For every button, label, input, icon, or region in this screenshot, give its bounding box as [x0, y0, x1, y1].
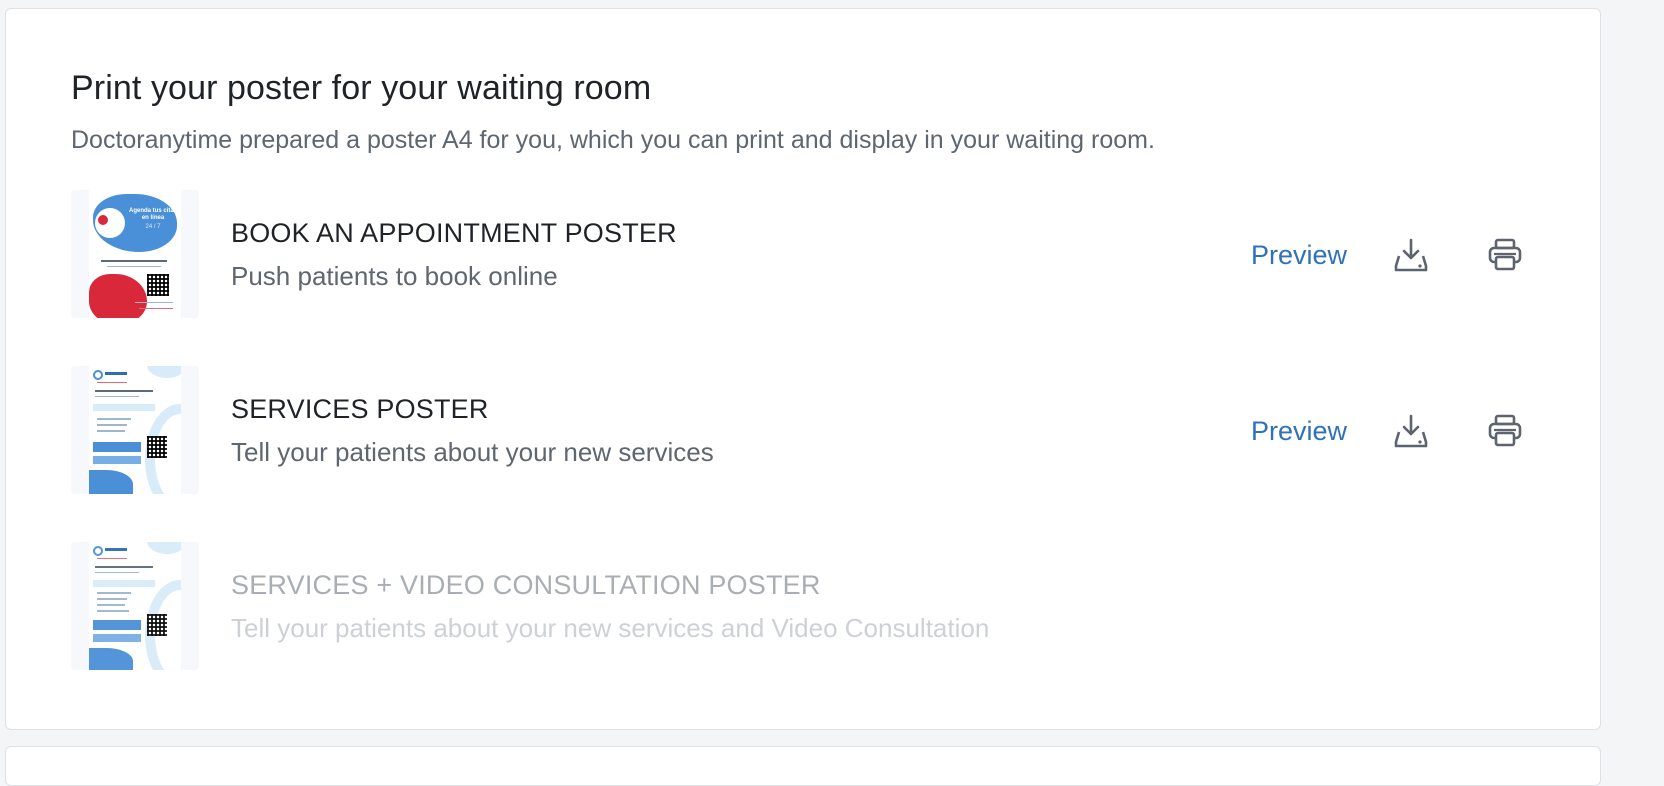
- print-button[interactable]: [1479, 230, 1531, 280]
- poster-line: [97, 382, 127, 383]
- poster-line: [97, 430, 125, 432]
- poster-line: [97, 592, 131, 594]
- poster-title: SERVICES + VIDEO CONSULTATION POSTER: [231, 570, 821, 600]
- download-button[interactable]: [1385, 406, 1437, 456]
- preview-link[interactable]: Preview: [1251, 240, 1347, 271]
- poster-line: [105, 372, 127, 375]
- poster-qr-code: [147, 436, 167, 458]
- poster-line: [97, 598, 127, 600]
- poster-band: [93, 634, 141, 642]
- poster-line: [101, 260, 167, 262]
- poster-thumbnail-services[interactable]: [71, 366, 199, 494]
- poster-actions: Preview: [1251, 406, 1531, 456]
- poster-info: SERVICES POSTER Tell your patients about…: [231, 394, 714, 468]
- poster-band: [93, 580, 155, 587]
- section-title: Print your poster for your waiting room: [71, 69, 652, 107]
- preview-link[interactable]: Preview: [1251, 416, 1347, 447]
- poster-description: Tell your patients about your new servic…: [231, 437, 714, 467]
- poster-line: [97, 610, 129, 612]
- next-section-card: [5, 746, 1601, 786]
- poster-line: [97, 418, 131, 420]
- poster-line: [139, 308, 173, 309]
- poster-info: BOOK AN APPOINTMENT POSTER Push patients…: [231, 218, 677, 292]
- poster-logo: [93, 370, 103, 380]
- poster-sheet: [89, 542, 181, 670]
- download-button[interactable]: [1385, 230, 1437, 280]
- poster-description: Push patients to book online: [231, 261, 558, 291]
- poster-subheadline: 24 / 7: [145, 224, 161, 230]
- poster-headline: Agenda tus citas en línea: [129, 208, 178, 221]
- poster-corner-shape: [89, 648, 133, 670]
- poster-line: [97, 424, 127, 426]
- poster-decor-circle: [147, 542, 181, 554]
- poster-row-services-video: SERVICES + VIDEO CONSULTATION POSTER Tel…: [71, 542, 1531, 670]
- poster-line: [107, 266, 161, 267]
- poster-line: [95, 566, 153, 568]
- poster-logo: [93, 546, 103, 556]
- poster-logo-dot: [98, 215, 108, 225]
- poster-row-book-appointment: Agenda tus citas en línea 24 / 7 BOOK AN…: [71, 190, 1531, 318]
- poster-band: [93, 456, 141, 464]
- poster-row-services: SERVICES POSTER Tell your patients about…: [71, 366, 1531, 494]
- poster-sheet: [89, 366, 181, 494]
- poster-actions: Preview: [1251, 230, 1531, 280]
- print-button[interactable]: [1479, 406, 1531, 456]
- printer-icon: [1488, 238, 1522, 271]
- poster-card: Print your poster for your waiting room …: [5, 8, 1601, 730]
- poster-corner-shape: [89, 470, 133, 494]
- poster-decor-circle: [147, 366, 181, 378]
- poster-line: [105, 548, 127, 551]
- poster-band: [93, 442, 141, 452]
- poster-line: [95, 390, 153, 392]
- poster-qr-code: [147, 614, 167, 636]
- poster-line: [95, 572, 139, 573]
- poster-info: SERVICES + VIDEO CONSULTATION POSTER Tel…: [231, 570, 989, 644]
- poster-band: [93, 404, 155, 411]
- download-tray-icon: [1394, 238, 1428, 272]
- poster-line: [135, 302, 173, 303]
- printer-icon: [1488, 414, 1522, 447]
- poster-band: [93, 620, 141, 630]
- poster-red-blob: [89, 274, 147, 318]
- poster-line: [97, 604, 125, 606]
- poster-title: BOOK AN APPOINTMENT POSTER: [231, 218, 677, 248]
- poster-title: SERVICES POSTER: [231, 394, 489, 424]
- poster-line: [95, 396, 139, 397]
- poster-sheet: Agenda tus citas en línea 24 / 7: [89, 190, 181, 318]
- poster-thumbnail-services-video: [71, 542, 199, 670]
- poster-description: Tell your patients about your new servic…: [231, 613, 990, 643]
- poster-qr-code: [147, 274, 169, 296]
- download-tray-icon: [1394, 414, 1428, 448]
- poster-thumbnail-book-appointment[interactable]: Agenda tus citas en línea 24 / 7: [71, 190, 199, 318]
- poster-line: [97, 558, 127, 559]
- section-subtitle: Doctoranytime prepared a poster A4 for y…: [71, 126, 1155, 154]
